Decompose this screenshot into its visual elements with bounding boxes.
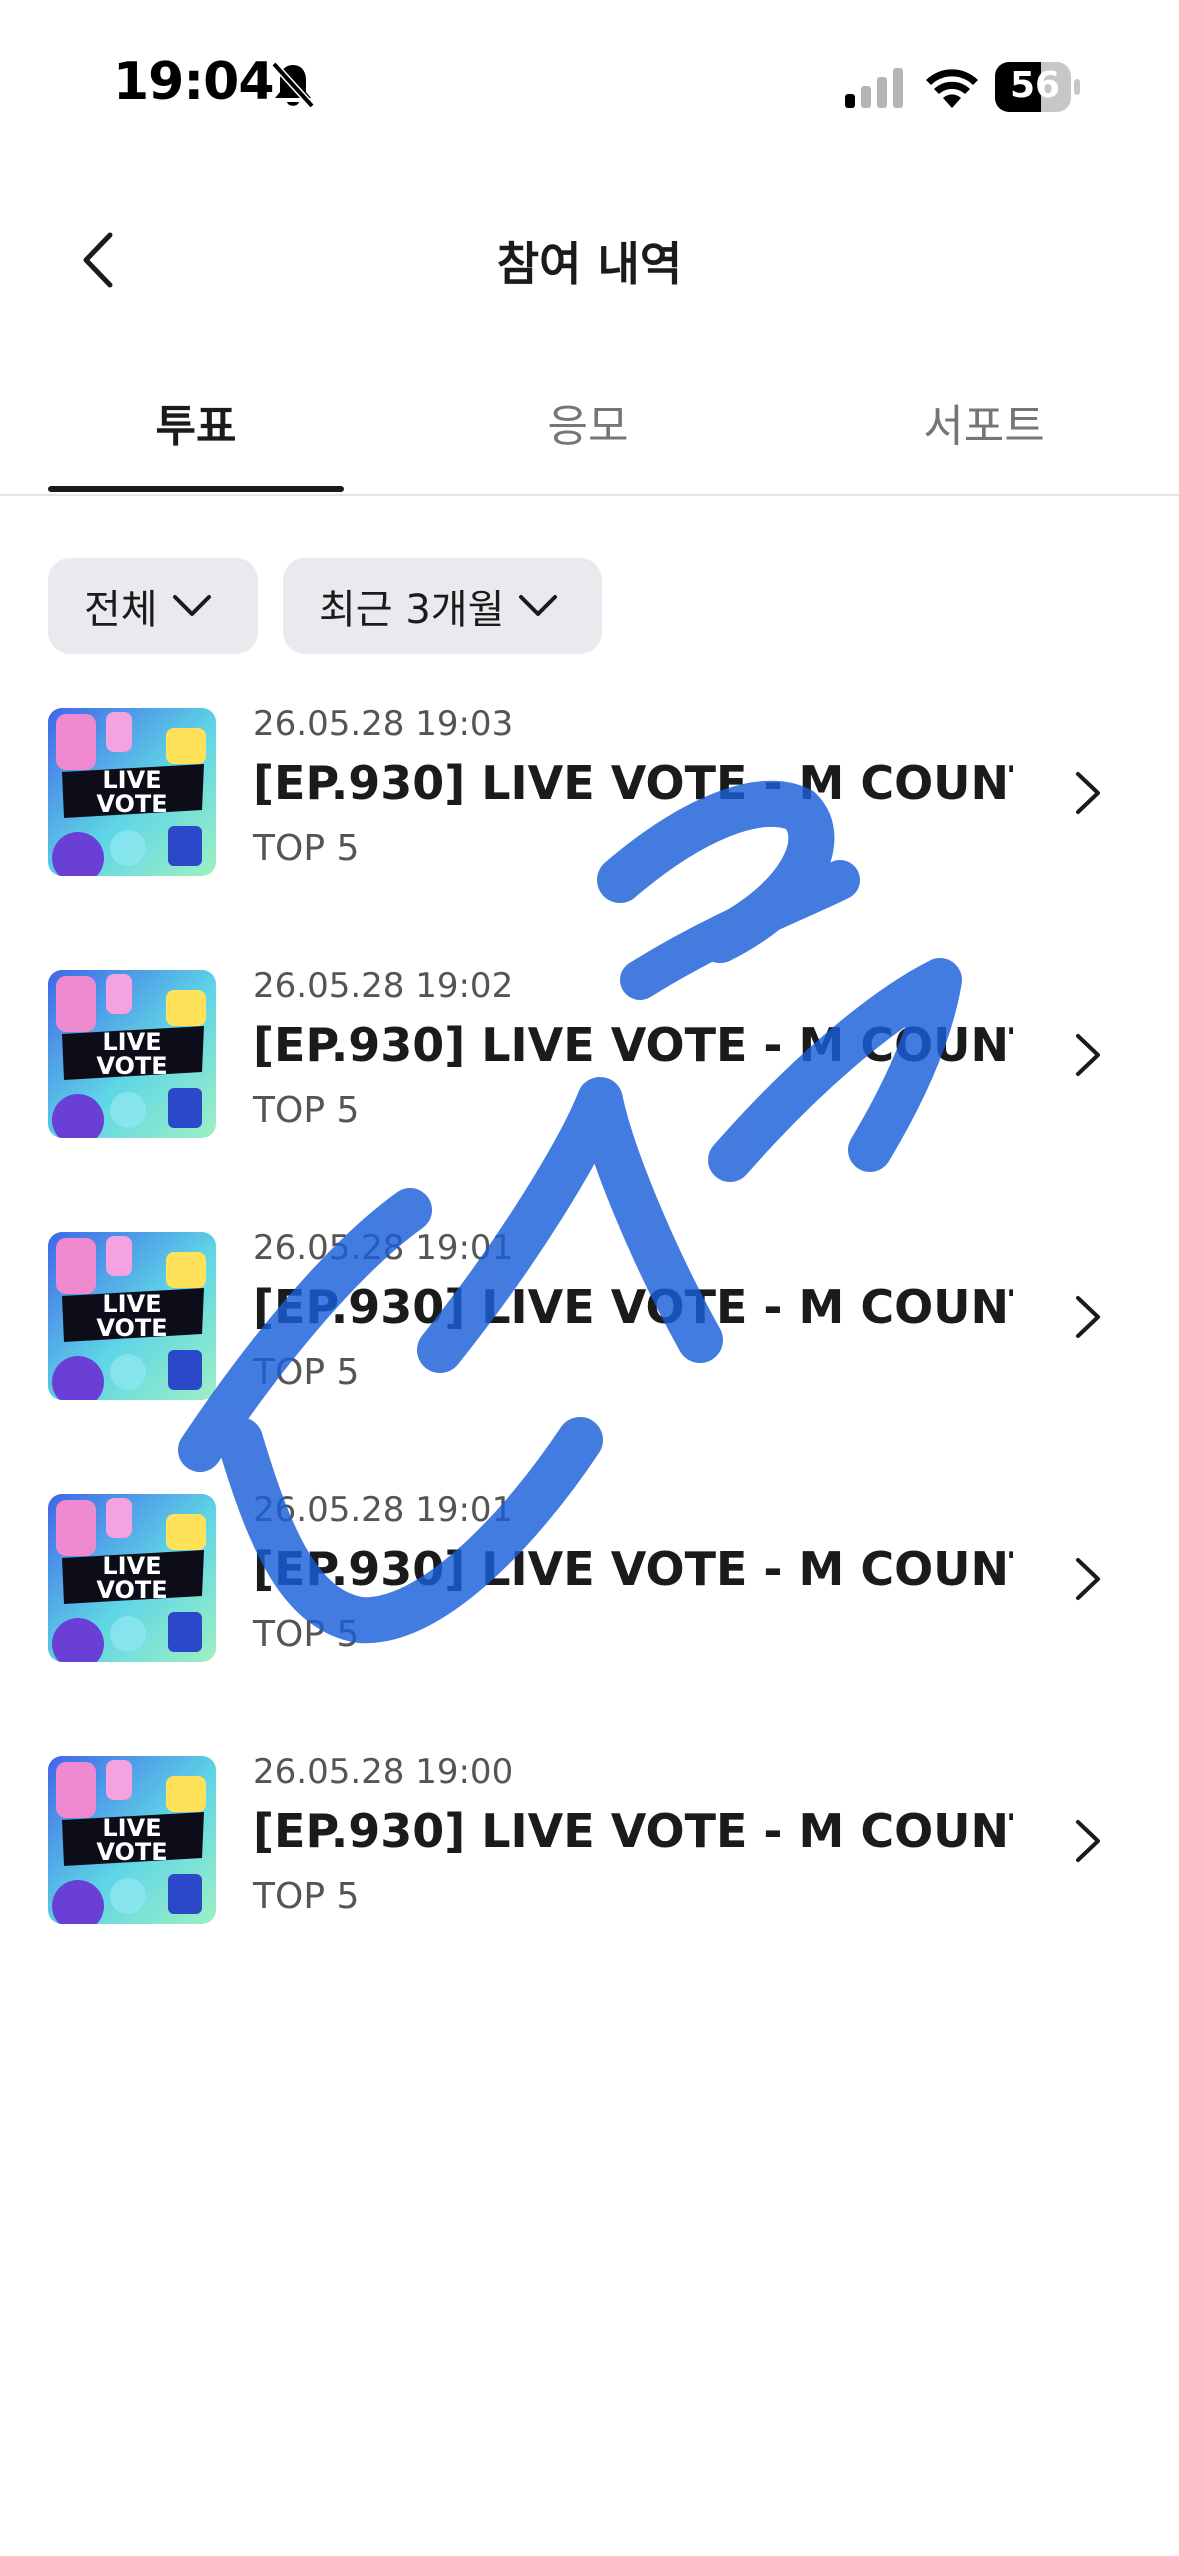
item-subtitle: TOP 5 bbox=[253, 1876, 360, 1917]
filter-all-dropdown[interactable]: 전체 bbox=[48, 558, 258, 654]
divider bbox=[0, 494, 1179, 496]
list-item[interactable]: LIVE VOTE 26.05.28 19:01 [EP.930] LIVE V… bbox=[0, 1224, 1179, 1424]
item-title: [EP.930] LIVE VOTE - M COUNT... bbox=[253, 1804, 1013, 1858]
chevron-down-icon bbox=[519, 595, 558, 616]
page-title: 참여 내역 bbox=[496, 237, 683, 291]
item-subtitle: TOP 5 bbox=[253, 1352, 360, 1393]
wifi-icon bbox=[926, 69, 978, 108]
tab-bar: 투표 응모 서포트 bbox=[0, 360, 1179, 494]
thumb-vote-text: VOTE bbox=[96, 790, 167, 818]
item-date: 26.05.28 19:03 bbox=[253, 704, 514, 744]
chevron-right-icon bbox=[1076, 1034, 1100, 1076]
item-date: 26.05.28 19:01 bbox=[253, 1490, 514, 1530]
chevron-right-icon bbox=[1076, 1820, 1100, 1862]
item-date: 26.05.28 19:01 bbox=[253, 1228, 514, 1268]
thumb-vote-text: VOTE bbox=[96, 1838, 167, 1866]
item-title: [EP.930] LIVE VOTE - M COUNT... bbox=[253, 1542, 1013, 1596]
list-item[interactable]: LIVE VOTE 26.05.28 19:02 [EP.930] LIVE V… bbox=[0, 962, 1179, 1162]
item-subtitle: TOP 5 bbox=[253, 1614, 360, 1655]
list-item[interactable]: LIVE VOTE 26.05.28 19:03 [EP.930] LIVE V… bbox=[0, 700, 1179, 900]
filter-all-label: 전체 bbox=[84, 587, 158, 633]
active-tab-indicator bbox=[48, 486, 344, 492]
chevron-right-icon bbox=[1076, 1296, 1100, 1338]
chevron-down-icon bbox=[172, 595, 211, 616]
participation-history-screen: 19:04 56 참여 내역 투표 응모 서포트 전체 최근 3개월 LIVE … bbox=[0, 0, 1179, 2556]
item-date: 26.05.28 19:02 bbox=[253, 966, 514, 1006]
chevron-right-icon bbox=[1076, 772, 1100, 814]
item-title: [EP.930] LIVE VOTE - M COUNT... bbox=[253, 1018, 1013, 1072]
list-item[interactable]: LIVE VOTE 26.05.28 19:01 [EP.930] LIVE V… bbox=[0, 1486, 1179, 1686]
thumb-vote-text: VOTE bbox=[96, 1314, 167, 1342]
item-title: [EP.930] LIVE VOTE - M COUNT... bbox=[253, 1280, 1013, 1334]
bell-off-icon bbox=[271, 61, 315, 109]
battery-level: 56 bbox=[1009, 65, 1061, 106]
live-vote-thumbnail: LIVE VOTE bbox=[48, 1232, 216, 1400]
live-vote-thumbnail: LIVE VOTE bbox=[48, 1494, 216, 1662]
item-date: 26.05.28 19:00 bbox=[253, 1752, 514, 1792]
item-subtitle: TOP 5 bbox=[253, 1090, 360, 1131]
tab-support[interactable]: 서포트 bbox=[836, 360, 1132, 494]
signal-icon bbox=[845, 68, 903, 108]
live-vote-thumbnail: LIVE VOTE bbox=[48, 970, 216, 1138]
live-vote-thumbnail: LIVE VOTE bbox=[48, 708, 216, 876]
thumb-vote-text: VOTE bbox=[96, 1576, 167, 1604]
thumb-vote-text: VOTE bbox=[96, 1052, 167, 1080]
tab-entry[interactable]: 응모 bbox=[440, 360, 736, 494]
filter-period-label: 최근 3개월 bbox=[319, 587, 505, 633]
tab-vote[interactable]: 투표 bbox=[48, 360, 344, 494]
item-subtitle: TOP 5 bbox=[253, 828, 360, 869]
live-vote-thumbnail: LIVE VOTE bbox=[48, 1756, 216, 1924]
filter-period-dropdown[interactable]: 최근 3개월 bbox=[283, 558, 602, 654]
item-title: [EP.930] LIVE VOTE - M COUNT... bbox=[253, 756, 1013, 810]
list-item[interactable]: LIVE VOTE 26.05.28 19:00 [EP.930] LIVE V… bbox=[0, 1748, 1179, 1948]
chevron-right-icon bbox=[1076, 1558, 1100, 1600]
status-time: 19:04 bbox=[113, 52, 275, 112]
